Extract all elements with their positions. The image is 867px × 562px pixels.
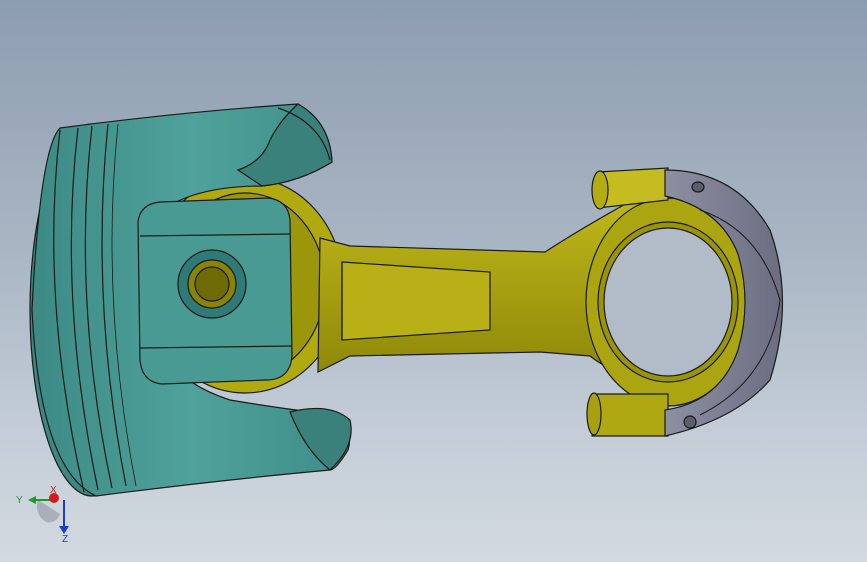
y-axis-label: Y	[16, 495, 23, 506]
graphics-viewport[interactable]: X Y Z	[0, 0, 867, 562]
cap-bolt-hole-top	[691, 181, 705, 193]
rod-bolt-boss-bottom	[591, 393, 669, 437]
cap-bolt-hole-bottom	[683, 415, 697, 429]
z-axis-arrow	[59, 526, 69, 534]
z-axis-label: Z	[62, 534, 68, 545]
crank-bore-opening	[603, 227, 733, 377]
triad-base-shadow	[37, 500, 60, 523]
model-scene[interactable]	[0, 0, 867, 562]
y-axis-arrow	[28, 496, 36, 504]
x-axis-label: X	[50, 485, 57, 496]
rod-shank-recess	[341, 261, 491, 341]
orientation-triad[interactable]: X Y Z	[12, 484, 82, 554]
